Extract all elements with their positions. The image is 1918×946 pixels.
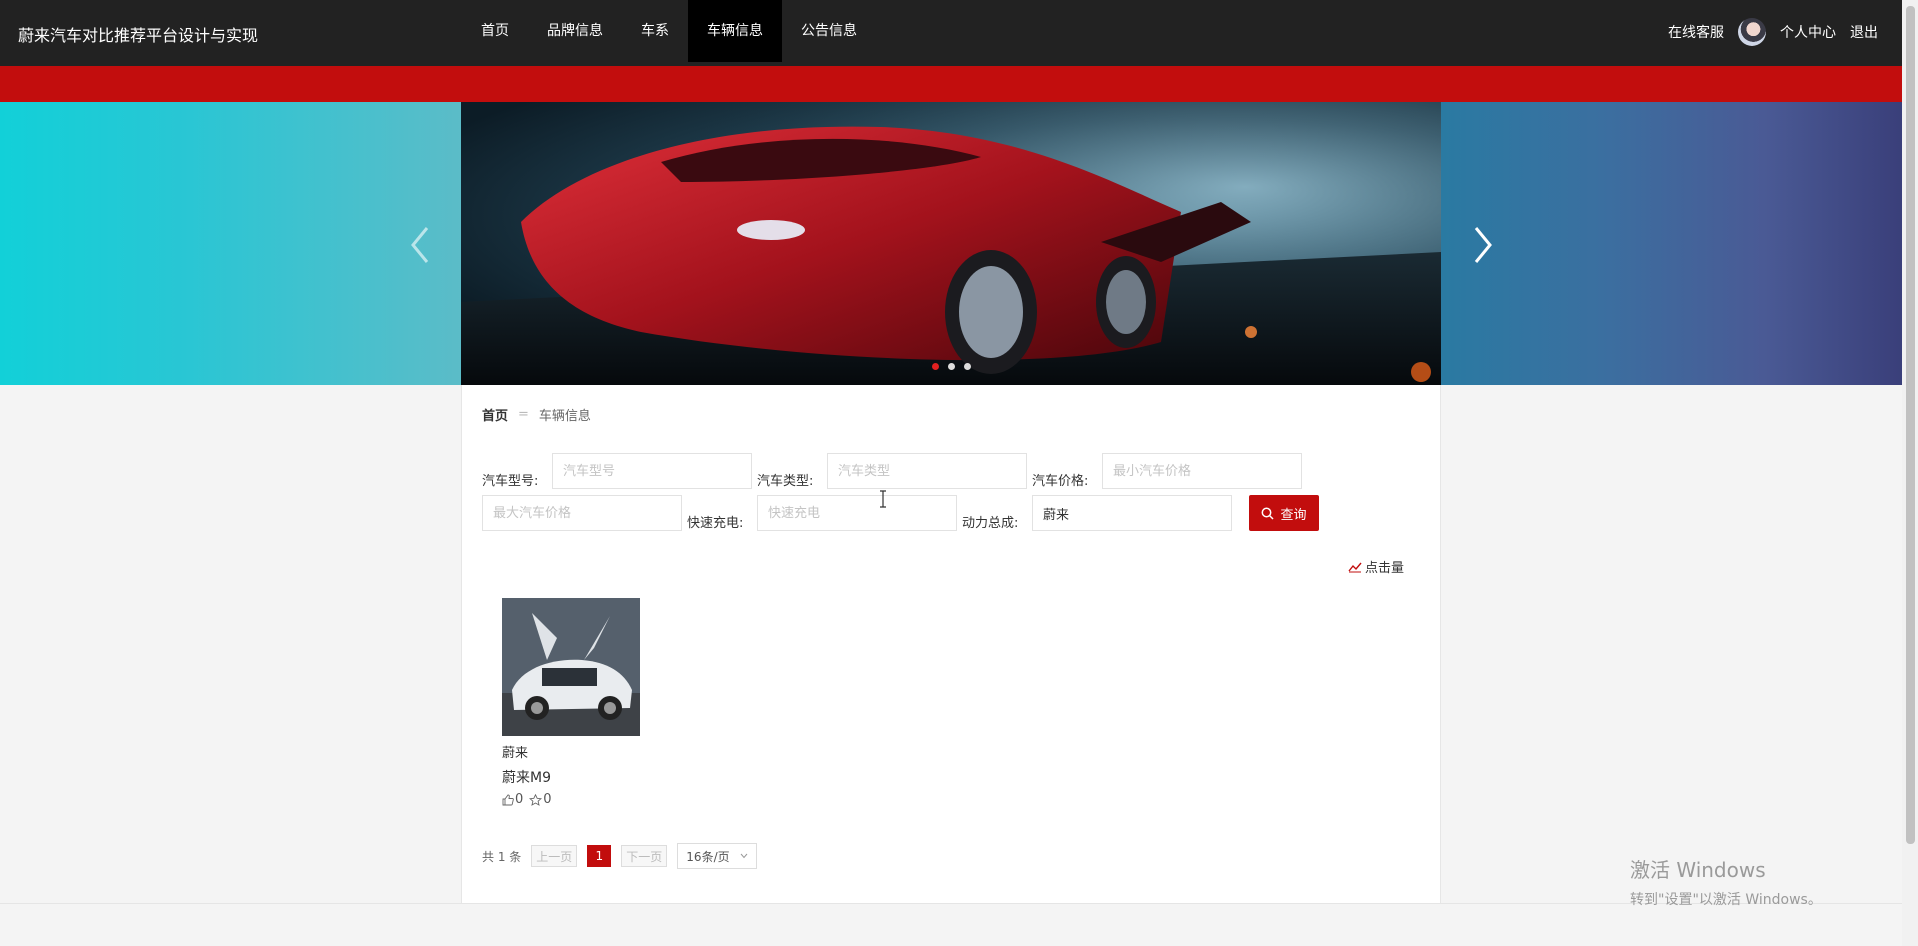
max-price-input[interactable] [482,495,682,531]
fast-charge-input[interactable] [757,495,957,531]
watermark-title: 激活 Windows [1630,858,1766,882]
chevron-right-icon [1474,227,1492,263]
user-nav: 在线客服 个人中心 退出 [1668,0,1878,64]
star-icon [529,793,543,806]
sports-car-illustration [461,102,1441,385]
price-label: 汽车价格: [1032,474,1089,489]
page-1-button[interactable]: 1 [587,845,612,867]
breadcrumb-current: 车辆信息 [538,409,591,424]
logout-link[interactable]: 退出 [1850,22,1878,42]
model-input[interactable] [552,453,752,489]
like-count-value: 0 [515,792,524,807]
chevron-down-icon [740,853,748,859]
nav-home[interactable]: 首页 [462,0,528,62]
scrollbar-thumb[interactable] [1906,6,1915,844]
banner-prev-slide-preview [0,102,461,385]
banner-next-slide-preview [1441,102,1902,385]
carousel-dot-2[interactable] [948,363,955,370]
footer-strip [0,903,1902,946]
like-count[interactable]: 0 [502,792,523,807]
carousel-indicators [932,363,971,370]
fast-charge-label: 快速充电: [687,516,744,531]
avatar[interactable] [1738,18,1766,46]
powertrain-input[interactable] [1032,495,1232,531]
carousel-prev-button[interactable] [401,220,441,270]
windows-activation-watermark: 激活 Windows 转到"设置"以激活 Windows。 [1630,854,1822,909]
main-nav: 首页 品牌信息 车系 车辆信息 公告信息 [462,0,876,62]
breadcrumb-home[interactable]: 首页 [482,405,508,424]
nav-announcements[interactable]: 公告信息 [782,0,876,62]
text-cursor-icon [880,490,886,508]
trend-chart-icon [1348,562,1362,572]
sort-label: 点击量 [1365,561,1405,576]
search-button[interactable]: 查询 [1249,495,1319,531]
personal-center-link[interactable]: 个人中心 [1780,22,1836,42]
page-scrollbar[interactable] [1902,0,1918,946]
model-label: 汽车型号: [482,474,539,489]
breadcrumb: 首页 = 车辆信息 [482,405,591,424]
watermark-subtitle: 转到"设置"以激活 Windows。 [1630,892,1822,908]
type-input[interactable] [827,453,1027,489]
carousel-next-button[interactable] [1462,220,1502,270]
top-nav-bar: 蔚来汽车对比推荐平台设计与实现 首页 品牌信息 车系 车辆信息 公告信息 在线客… [0,0,1902,66]
favorite-count-value: 0 [543,792,552,807]
nav-series[interactable]: 车系 [622,0,688,62]
chevron-left-icon [411,227,429,263]
nav-brand-info[interactable]: 品牌信息 [528,0,622,62]
total-count: 共 1 条 [482,849,522,864]
car-thumbnail[interactable] [502,598,640,736]
prev-page-button[interactable]: 上一页 [531,845,578,867]
type-label: 汽车类型: [757,474,814,489]
search-button-label: 查询 [1280,507,1307,523]
vehicle-list-panel: 首页 = 车辆信息 汽车型号: 汽车类型: 汽车价格: 快速充电: 动力总成: … [461,385,1441,903]
sort-by-clicks[interactable]: 点击量 [1348,557,1404,576]
car-stats: 0 0 [502,792,642,807]
carousel-dot-1[interactable] [932,363,939,370]
online-service-link[interactable]: 在线客服 [1668,22,1724,42]
banner-car-image [461,102,1441,385]
breadcrumb-separator: = [518,407,529,422]
search-icon [1262,507,1275,520]
banner-carousel [0,102,1902,385]
red-accent-bar [0,66,1902,102]
car-card[interactable]: 蔚来 蔚来M9 0 0 [502,598,642,807]
nav-vehicle-info[interactable]: 车辆信息 [688,0,782,62]
next-page-button[interactable]: 下一页 [621,845,668,867]
powertrain-label: 动力总成: [962,516,1019,531]
page-size-select[interactable]: 16条/页 [677,843,757,869]
car-name[interactable]: 蔚来M9 [502,767,642,787]
page-size-value: 16条/页 [686,849,730,864]
favorite-count[interactable]: 0 [529,792,552,807]
pagination: 共 1 条 上一页 1 下一页 16条/页 [482,843,757,869]
carousel-dot-3[interactable] [964,363,971,370]
site-title[interactable]: 蔚来汽车对比推荐平台设计与实现 [18,22,258,46]
car-brand: 蔚来 [502,746,529,761]
thumbs-up-icon [502,794,514,805]
white-suv-image [502,598,640,736]
min-price-input[interactable] [1102,453,1302,489]
